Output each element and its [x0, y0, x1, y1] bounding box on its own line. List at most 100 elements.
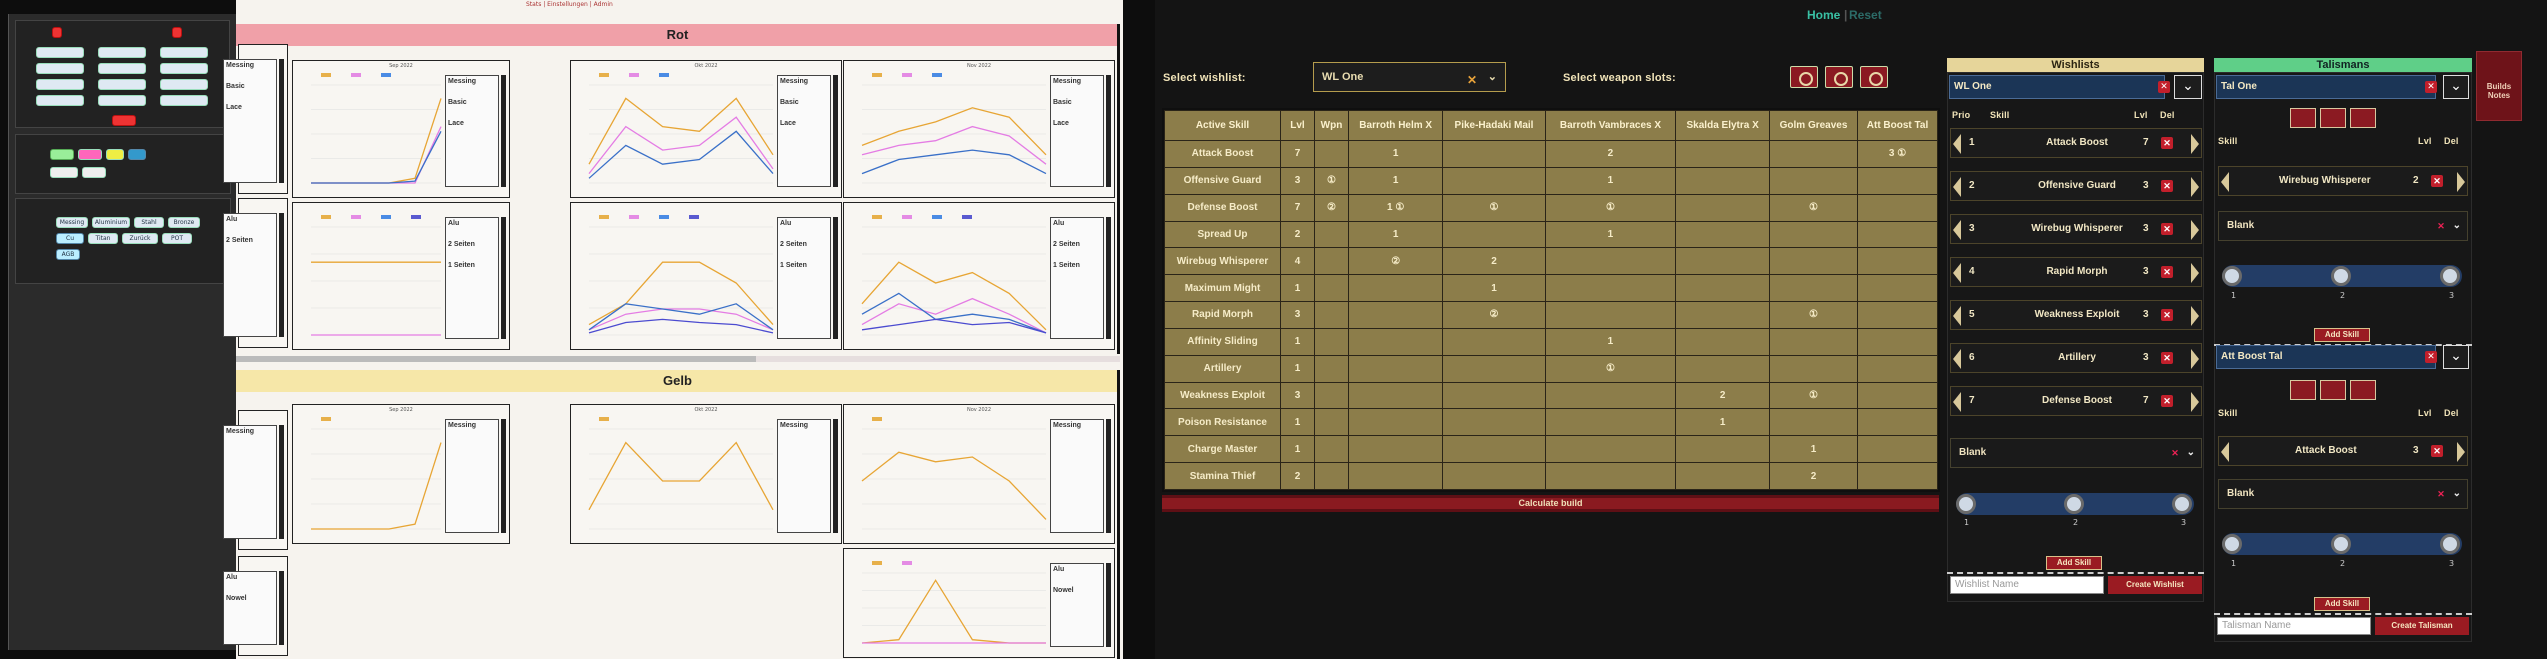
talisman-2-skill-row[interactable]: Attack Boost 3 ✕ — [2218, 436, 2468, 466]
delete-skill-button[interactable]: ✕ — [2161, 395, 2173, 407]
summary-scrollbar[interactable] — [833, 75, 838, 187]
sidebar-button[interactable] — [98, 47, 146, 58]
increase-arrow-icon[interactable] — [2191, 263, 2199, 283]
summary-scrollbar[interactable] — [279, 425, 284, 539]
talisman-2-expand-toggle[interactable]: ⌄ — [2443, 345, 2469, 369]
chevron-down-icon[interactable]: ⌄ — [2187, 439, 2195, 467]
increase-arrow-icon[interactable] — [2191, 134, 2199, 154]
wishlist-name[interactable]: WL One — [1949, 75, 2165, 99]
slider-tick-3[interactable] — [2172, 494, 2192, 514]
talisman-2-slot-icon[interactable] — [2290, 380, 2316, 400]
delete-skill-button[interactable]: ✕ — [2161, 266, 2173, 278]
summary-scrollbar[interactable] — [1106, 419, 1111, 533]
builds-notes-button[interactable]: Builds Notes — [2476, 51, 2522, 121]
sidebar-button[interactable] — [160, 47, 208, 58]
new-skill-select[interactable]: Blank ✕ ⌄ — [1950, 438, 2202, 468]
filter-pink[interactable] — [78, 149, 102, 160]
nav-home-link[interactable]: Home — [1807, 8, 1840, 22]
delete-talisman-2-button[interactable]: ✕ — [2425, 351, 2437, 363]
slider-knob[interactable] — [1956, 494, 1976, 514]
delete-skill-button[interactable]: ✕ — [2161, 223, 2173, 235]
horizontal-scrollbar[interactable] — [236, 356, 1120, 362]
sidebar-button[interactable] — [36, 47, 84, 58]
summary-scrollbar[interactable] — [501, 419, 506, 533]
summary-scrollbar[interactable] — [279, 571, 284, 645]
filter-yellow[interactable] — [106, 149, 124, 160]
clear-icon[interactable]: ✕ — [2435, 488, 2447, 500]
summary-scrollbar[interactable] — [1106, 217, 1111, 339]
mat-bronze[interactable]: Bronze — [168, 217, 200, 228]
increase-arrow-icon[interactable] — [2191, 220, 2199, 240]
add-skill-button[interactable]: Add Skill — [2046, 556, 2102, 570]
filter-green[interactable] — [50, 149, 74, 160]
weapon-slot-icon[interactable] — [1790, 66, 1818, 88]
wishlist-skill-row[interactable]: 4 Rapid Morph 3 ✕ — [1950, 257, 2202, 287]
slider-knob[interactable] — [2222, 266, 2242, 286]
delete-skill-button[interactable]: ✕ — [2431, 175, 2443, 187]
talisman-slot-icon-2[interactable] — [2320, 108, 2346, 128]
level-slider[interactable] — [1956, 493, 2194, 515]
talisman-name-input[interactable]: Talisman Name — [2217, 617, 2371, 635]
sidebar-button[interactable] — [98, 63, 146, 74]
wishlist-skill-row[interactable]: 3 Wirebug Whisperer 3 ✕ — [1950, 214, 2202, 244]
slider-tick-3[interactable] — [2440, 534, 2460, 554]
slider-tick-2[interactable] — [2331, 266, 2351, 286]
tal1-add-skill-button[interactable]: Add Skill — [2314, 328, 2370, 342]
slider-knob[interactable] — [2222, 534, 2242, 554]
talisman-2-name[interactable]: Att Boost Tal — [2216, 345, 2436, 369]
mat-zurueck[interactable]: Zurück — [122, 233, 158, 244]
filter-blue[interactable] — [128, 149, 146, 160]
decrease-arrow-icon[interactable] — [2221, 442, 2229, 462]
mat-stahl[interactable]: Stahl — [134, 217, 164, 228]
talisman-slot-icon[interactable] — [2290, 108, 2316, 128]
delete-talisman-1-button[interactable]: ✕ — [2425, 81, 2437, 93]
talisman-2-slot-icon-2[interactable] — [2320, 380, 2346, 400]
increase-arrow-icon[interactable] — [2191, 392, 2199, 412]
weapon-slot-icon-3[interactable] — [1860, 66, 1888, 88]
sidebar-red-button[interactable] — [112, 115, 136, 126]
mat-aluminium[interactable]: Aluminium — [92, 217, 130, 228]
mat-titan[interactable]: Titan — [88, 233, 118, 244]
sidebar-button[interactable] — [98, 79, 146, 90]
sidebar-button[interactable] — [160, 79, 208, 90]
calculate-build-button[interactable]: Calculate build — [1162, 495, 1939, 512]
chevron-down-icon[interactable]: ⌄ — [2453, 212, 2461, 240]
mat-pot[interactable]: POT — [162, 233, 192, 244]
delete-skill-button[interactable]: ✕ — [2161, 180, 2173, 192]
sidebar-button[interactable] — [98, 95, 146, 106]
sidebar-button[interactable] — [36, 95, 84, 106]
sidebar-button[interactable] — [160, 63, 208, 74]
increase-arrow-icon[interactable] — [2191, 306, 2199, 326]
filter-a[interactable] — [50, 167, 78, 178]
tal2-add-skill-button[interactable]: Add Skill — [2314, 597, 2370, 611]
summary-scrollbar[interactable] — [833, 419, 838, 533]
slider-tick-2[interactable] — [2064, 494, 2084, 514]
chevron-down-icon[interactable]: ⌄ — [1488, 63, 1497, 91]
wishlist-skill-row[interactable]: 7 Defense Boost 7 ✕ — [1950, 386, 2202, 416]
delete-skill-button[interactable]: ✕ — [2431, 445, 2443, 457]
sidebar-button[interactable] — [160, 95, 208, 106]
red-toggle[interactable] — [52, 27, 62, 38]
wishlist-skill-row[interactable]: 6 Artillery 3 ✕ — [1950, 343, 2202, 373]
mat-messing[interactable]: Messing — [56, 217, 88, 228]
wishlist-skill-row[interactable]: 1 Attack Boost 7 ✕ — [1950, 128, 2202, 158]
summary-scrollbar[interactable] — [833, 217, 838, 339]
vertical-scrollbar[interactable] — [1117, 24, 1120, 354]
slider-tick-3[interactable] — [2440, 266, 2460, 286]
wishlist-skill-row[interactable]: 5 Weakness Exploit 3 ✕ — [1950, 300, 2202, 330]
delete-skill-button[interactable]: ✕ — [2161, 352, 2173, 364]
summary-scrollbar[interactable] — [1106, 563, 1111, 647]
decrease-arrow-icon[interactable] — [2221, 172, 2229, 192]
delete-wishlist-button[interactable]: ✕ — [2158, 81, 2170, 93]
weapon-slot-icon-2[interactable] — [1825, 66, 1853, 88]
delete-skill-button[interactable]: ✕ — [2161, 309, 2173, 321]
wishlist-name-input[interactable]: Wishlist Name — [1950, 576, 2104, 594]
talisman-1-expand-toggle[interactable]: ⌄ — [2443, 75, 2469, 99]
chevron-down-icon[interactable]: ⌄ — [2453, 480, 2461, 508]
summary-scrollbar[interactable] — [279, 59, 284, 183]
wishlist-expand-toggle[interactable]: ⌄ — [2174, 75, 2202, 99]
create-wishlist-button[interactable]: Create Wishlist — [2108, 576, 2202, 594]
talisman-2-slot-icon-3[interactable] — [2350, 380, 2376, 400]
mat-cu[interactable]: Cu — [56, 233, 84, 244]
clear-icon[interactable]: ✕ — [2169, 447, 2181, 459]
